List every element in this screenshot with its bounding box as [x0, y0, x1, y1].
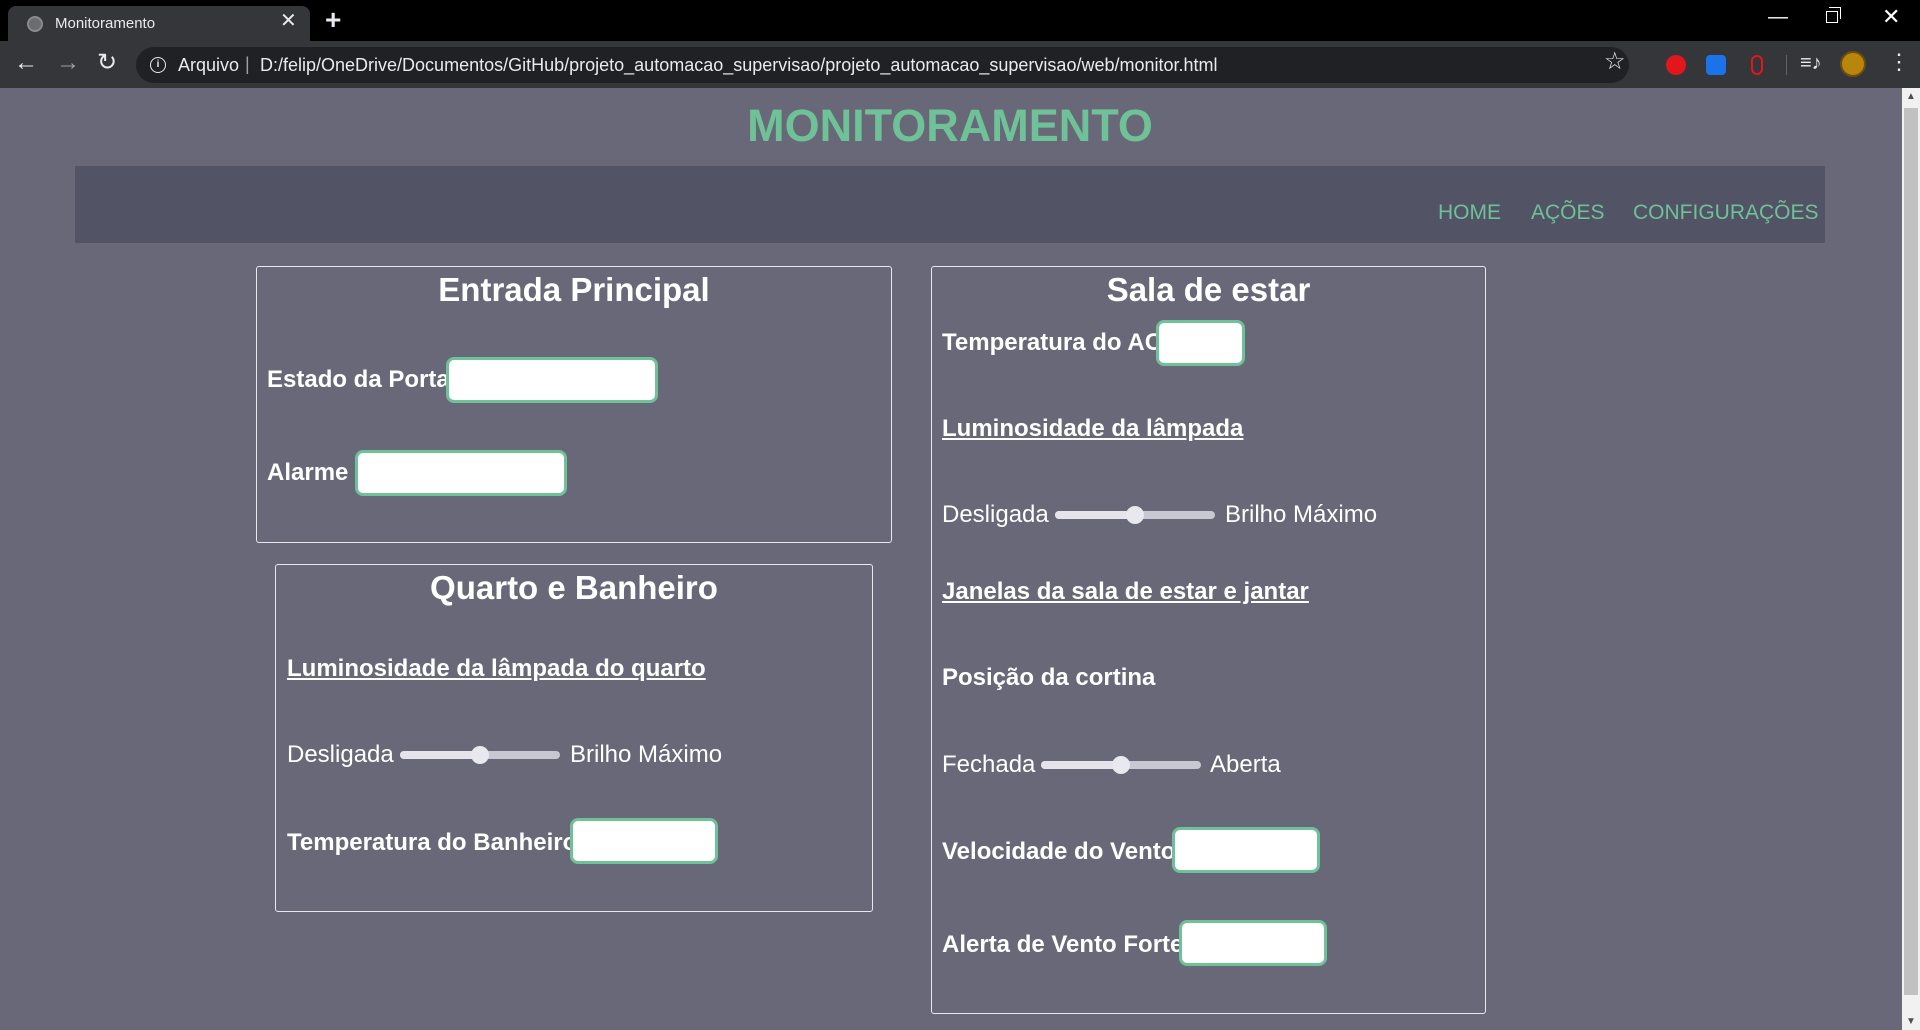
url-text[interactable]: D:/felip/OneDrive/Documentos/GitHub/proj…: [260, 55, 1218, 76]
slider-thumb[interactable]: [1126, 506, 1144, 524]
panel-title: Entrada Principal: [438, 271, 710, 308]
luminosidade-quarto-label: Luminosidade da lâmpada do quarto: [287, 655, 706, 682]
temp-banheiro-label: Temperatura do Banheiro: [287, 829, 578, 856]
panel-quarto-banheiro: Quarto e Banheiro Luminosidade da lâmpad…: [275, 564, 873, 912]
cortina-min-label: Fechada: [942, 751, 1036, 778]
scroll-down-icon[interactable]: ▼: [1906, 1016, 1916, 1027]
panel-title: Sala de estar: [1106, 271, 1311, 308]
globe-icon: [27, 16, 43, 32]
url-scheme: Arquivo: [178, 55, 240, 75]
alerta-vento-field[interactable]: [1179, 920, 1327, 966]
sala-lamp-slider[interactable]: [1055, 506, 1215, 524]
url-separator: |: [245, 54, 250, 74]
nav-home-link[interactable]: HOME: [1438, 201, 1501, 225]
alerta-vento-label: Alerta de Vento Forte: [942, 931, 1184, 958]
adblock-extension-icon[interactable]: [1666, 55, 1686, 75]
browser-menu-icon[interactable]: ⋮: [1888, 49, 1910, 75]
nav-acoes-link[interactable]: AÇÕES: [1531, 201, 1605, 225]
new-tab-button[interactable]: +: [325, 5, 341, 35]
media-control-icon[interactable]: ≡♪: [1800, 52, 1822, 75]
address-bar[interactable]: i Arquivo | D:/felip/OneDrive/Documentos…: [136, 47, 1629, 83]
bookmark-star-icon[interactable]: ☆: [1604, 47, 1626, 76]
scroll-thumb[interactable]: [1904, 108, 1918, 995]
temp-banheiro-field[interactable]: [570, 818, 718, 864]
page-title: MONITORAMENTO: [747, 100, 1153, 151]
luminosidade-sala-label: Luminosidade da lâmpada: [942, 415, 1244, 442]
estado-porta-label: Estado da Porta: [267, 366, 450, 393]
slider-fill: [400, 751, 480, 759]
slider-fill: [1055, 511, 1135, 519]
temp-ac-field[interactable]: [1156, 320, 1245, 366]
quarto-lamp-slider[interactable]: [400, 746, 560, 764]
profile-avatar-icon[interactable]: [1840, 51, 1866, 77]
nav-config-link[interactable]: CONFIGURAÇÕES: [1633, 201, 1819, 225]
reload-button[interactable]: ↻: [97, 50, 117, 76]
slider-fill: [1041, 761, 1121, 769]
forward-button[interactable]: →: [56, 50, 80, 76]
alarme-field[interactable]: [355, 450, 567, 496]
toolbar-divider: [1786, 55, 1787, 75]
temp-ac-label: Temperatura do AC: [942, 329, 1163, 356]
vento-label: Velocidade do Vento: [942, 838, 1176, 865]
browser-toolbar: ← → ↻ i Arquivo | D:/felip/OneDrive/Docu…: [0, 41, 1920, 88]
cortina-label: Posição da cortina: [942, 664, 1156, 691]
window-close-button[interactable]: ✕: [1882, 4, 1900, 30]
back-button[interactable]: ←: [14, 50, 38, 76]
panel-sala-estar: Sala de estar Temperatura do AC Luminosi…: [931, 266, 1486, 1014]
browser-tab[interactable]: Monitoramento ✕: [8, 6, 310, 41]
page-scrollbar[interactable]: ▲ ▼: [1902, 88, 1920, 1030]
slider-thumb[interactable]: [471, 746, 489, 764]
panel-title: Quarto e Banheiro: [430, 569, 718, 606]
tab-title: Monitoramento: [55, 15, 156, 32]
vento-field[interactable]: [1172, 827, 1320, 873]
browser-tab-bar: Monitoramento ✕ + — ✕: [0, 0, 1920, 41]
minimize-button[interactable]: —: [1768, 6, 1788, 29]
cortina-slider[interactable]: [1041, 756, 1201, 774]
restore-button[interactable]: [1826, 7, 1841, 23]
lamp-max-label: Brilho Máximo: [1225, 501, 1378, 528]
lock-extension-icon[interactable]: [1751, 55, 1763, 75]
site-navbar: HOME AÇÕES CONFIGURAÇÕES: [75, 166, 1825, 243]
janelas-label: Janelas da sala de estar e jantar: [942, 578, 1309, 605]
lamp-min-label: Desligada: [942, 501, 1049, 528]
slider-thumb[interactable]: [1112, 756, 1130, 774]
tab-close-icon[interactable]: ✕: [280, 11, 297, 31]
translate-extension-icon[interactable]: [1706, 55, 1726, 75]
info-icon[interactable]: i: [150, 57, 166, 73]
scroll-up-icon[interactable]: ▲: [1906, 91, 1916, 102]
panel-entrada-principal: Entrada Principal Estado da Porta Alarme: [256, 266, 892, 543]
slider-min-label: Desligada: [287, 741, 394, 768]
alarme-label: Alarme: [267, 459, 349, 486]
slider-max-label: Brilho Máximo: [570, 741, 723, 768]
cortina-max-label: Aberta: [1210, 751, 1281, 778]
estado-porta-field[interactable]: [446, 357, 658, 403]
